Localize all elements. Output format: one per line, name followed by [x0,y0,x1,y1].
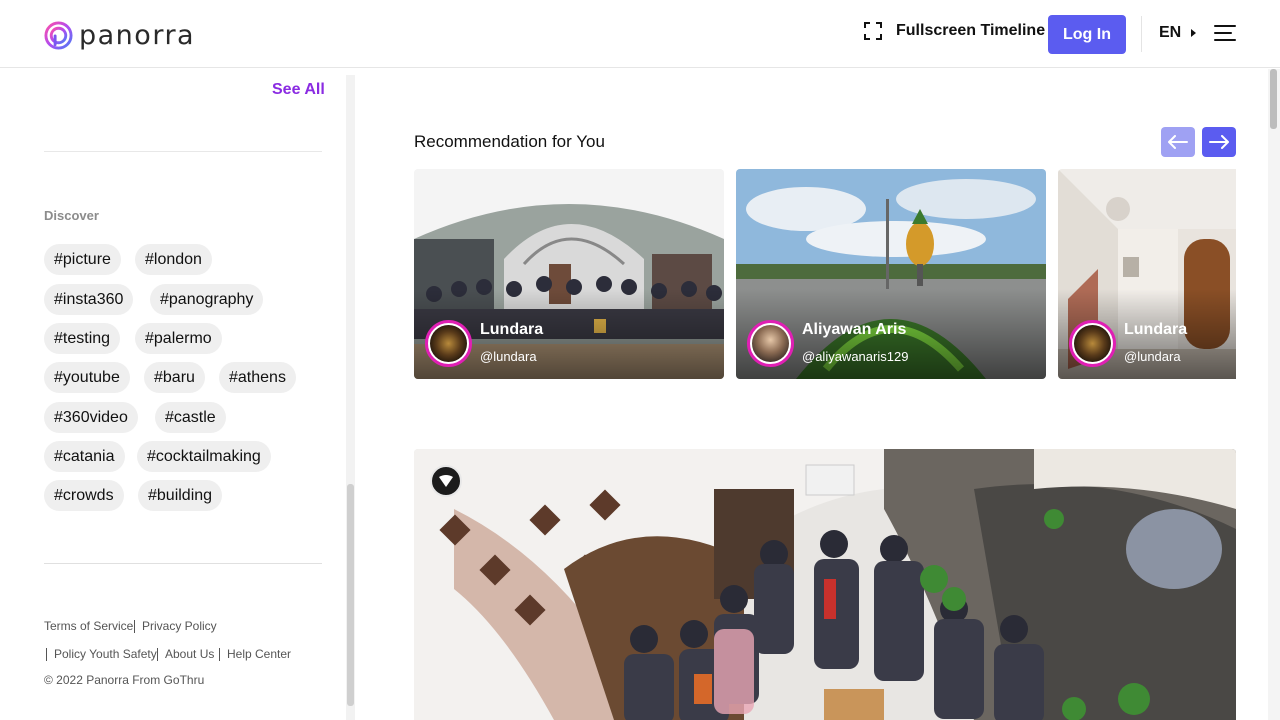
logo-text: panorra [79,20,196,51]
privacy-link[interactable]: Privacy Policy [142,619,217,633]
hashtag-chip[interactable]: #picture [44,244,121,275]
hashtag-chip[interactable]: #building [138,480,223,511]
hashtag-chip[interactable]: #catania [44,441,125,472]
page-scrollbar-thumb[interactable] [1270,69,1277,129]
hashtag-chip[interactable]: #athens [219,362,296,393]
hashtag-chip[interactable]: #baru [144,362,205,393]
compass-glyph [439,475,453,487]
see-all-link[interactable]: See All [272,81,325,99]
arrow-left-icon [1168,135,1188,149]
language-selector[interactable]: EN [1159,24,1197,42]
timeline-panorama-image[interactable] [414,449,1236,720]
page-scrollbar[interactable] [1268,69,1280,720]
footer-separator [46,648,47,661]
sidebar-divider [44,151,322,152]
card-author-name[interactable]: Lundara [480,321,543,339]
language-label: EN [1159,24,1182,41]
hashtag-chip[interactable]: #palermo [135,323,222,354]
carousel-next-button[interactable] [1202,127,1236,157]
hashtag-chip[interactable]: #crowds [44,480,124,511]
about-link[interactable]: About Us [165,647,214,661]
hashtag-chip[interactable]: #360video [44,402,138,433]
panorama-photo [414,449,1236,720]
login-button[interactable]: Log In [1048,15,1126,54]
panorra-logo-icon [44,21,73,50]
hamburger-menu-icon[interactable] [1214,25,1236,42]
hashtag-chip[interactable]: #insta360 [44,284,134,315]
hashtag-chip[interactable]: #testing [44,323,121,354]
hashtag-chip[interactable]: #cocktailmaking [137,441,271,472]
sidebar-divider [44,563,322,564]
help-center-link[interactable]: Help Center [227,647,291,661]
avatar[interactable] [425,320,472,367]
caret-right-icon [1191,29,1197,37]
panorra-logo[interactable]: panorra [44,20,195,51]
recommendation-card[interactable]: Aliyawan Aris @aliyawanaris129 [736,169,1046,379]
avatar[interactable] [747,320,794,367]
card-author-name[interactable]: Lundara [1124,321,1187,339]
card-author-name[interactable]: Aliyawan Aris [802,321,906,339]
arrow-right-icon [1209,135,1229,149]
footer-separator [134,620,135,633]
fullscreen-icon [864,22,882,40]
hashtag-chip[interactable]: #castle [155,402,226,433]
carousel-prev-button[interactable] [1161,127,1195,157]
footer-separator [219,648,220,661]
recommendation-card[interactable]: Lundara @lundara [414,169,724,379]
recommendation-carousel: Lundara @lundara Aliyawan Aris @aliyawan… [414,169,1236,379]
hashtag-chip[interactable]: #london [135,244,212,275]
discover-heading: Discover [44,208,99,223]
sidebar-scrollbar-thumb[interactable] [347,484,354,706]
recommendation-card[interactable]: Lundara @lundara [1058,169,1236,379]
compass-icon[interactable] [430,465,462,497]
card-author-handle[interactable]: @lundara [1124,349,1181,364]
copyright-text: © 2022 Panorra From GoThru [44,673,205,687]
left-sidebar: See All Discover #picture #london #insta… [0,69,345,720]
recommendation-title: Recommendation for You [414,132,605,151]
header-divider [1141,16,1142,52]
card-author-handle[interactable]: @aliyawanaris129 [802,349,908,364]
hashtag-chip[interactable]: #youtube [44,362,130,393]
top-header: panorra Fullscreen Timeline Log In EN [0,0,1280,68]
terms-link[interactable]: Terms of Service [44,619,133,633]
fullscreen-timeline-button[interactable]: Fullscreen Timeline [864,22,1045,40]
youth-safety-link[interactable]: Policy Youth Safety [54,647,157,661]
card-author-handle[interactable]: @lundara [480,349,537,364]
hashtag-chip[interactable]: #panography [150,284,264,315]
footer-separator [157,648,158,661]
fullscreen-timeline-label: Fullscreen Timeline [896,22,1046,39]
avatar[interactable] [1069,320,1116,367]
